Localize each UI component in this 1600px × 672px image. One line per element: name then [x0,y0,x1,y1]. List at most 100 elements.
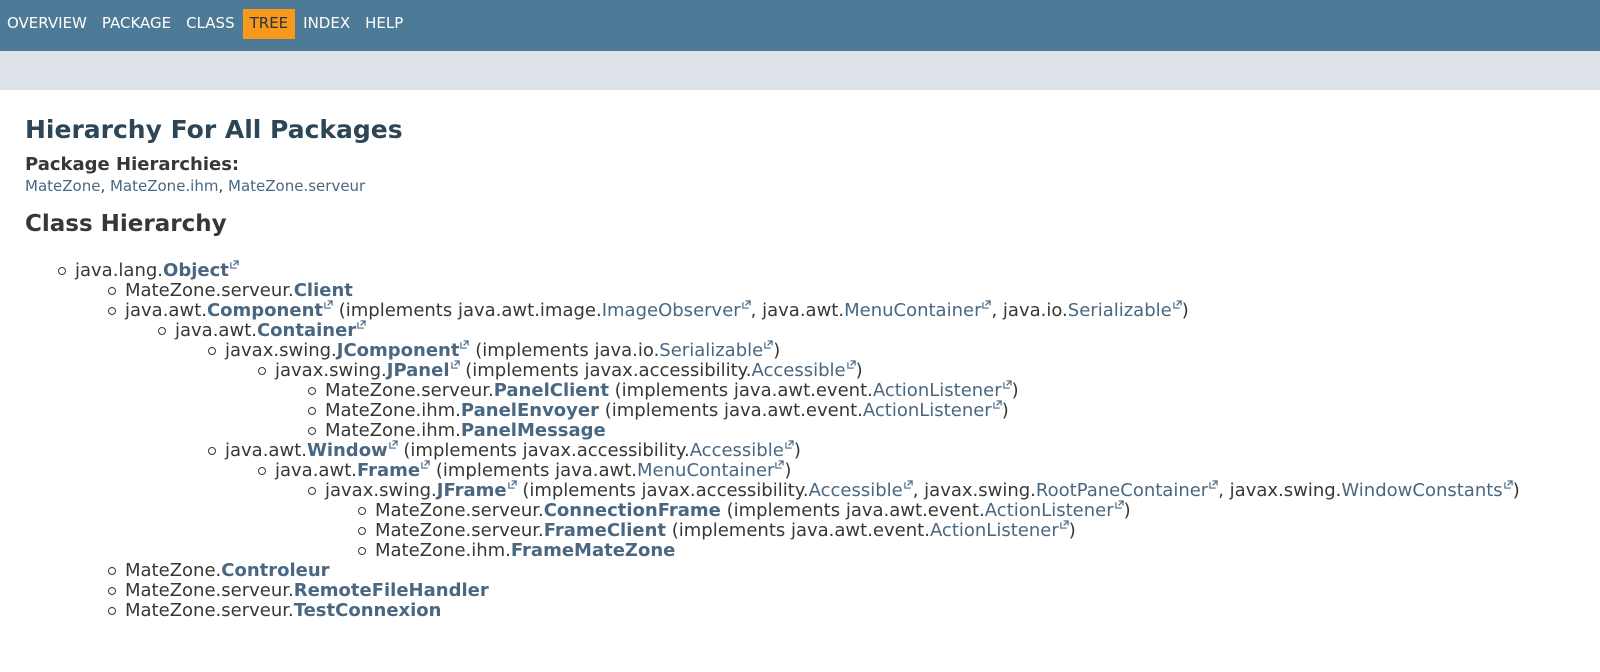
interface-link[interactable]: ImageObserver [602,300,741,321]
class-link[interactable]: RemoteFileHandler [294,580,489,601]
package-prefix-text: MateZone.ihm. [325,400,461,421]
external-link-icon [785,440,794,449]
tree-item: MateZone.ihm.PanelMessage [308,420,606,441]
interface-link[interactable]: ActionListener [985,500,1114,521]
tree-bullet-icon [358,527,366,535]
class-link[interactable]: Object [163,260,229,281]
class-link[interactable]: JComponent [337,340,460,361]
tree-bullet-icon [358,507,366,515]
tree-item: MateZone.serveur.RemoteFileHandler [108,580,489,601]
package-link-matezone-ihm[interactable]: MateZone.ihm [110,177,219,195]
package-prefix-text: (implements javax.accessibility. [459,360,752,381]
interface-link[interactable]: WindowConstants [1341,480,1502,501]
interface-link[interactable]: MenuContainer [637,460,774,481]
external-link-icon [460,340,470,349]
package-prefix-text: (implements java.io. [469,340,660,361]
package-prefix-text: MateZone.serveur. [375,500,544,521]
package-prefix-text: javax.swing. [225,340,337,361]
package-prefix-text: ) [1181,300,1189,321]
tree-bullet-icon [308,407,316,415]
interface-link[interactable]: Accessible [690,440,784,461]
class-link[interactable]: PanelMessage [461,420,606,441]
package-prefix-text: javax.swing. [275,360,387,381]
tree-item: javax.swing.JPanel (implements javax.acc… [258,360,863,381]
tree-bullet-icon [108,307,116,315]
package-prefix-text: java.awt. [175,320,257,341]
external-link-icon [764,340,773,349]
package-prefix-text: (implements java.awt.event. [666,520,930,541]
tree-bullet-icon [258,367,266,375]
tree-item: MateZone.serveur.FrameClient (implements… [358,520,1076,541]
package-prefix-text: ) [784,460,792,481]
interface-link[interactable]: Accessible [752,360,846,381]
interface-link[interactable]: ActionListener [873,380,1002,401]
tree-item: javax.swing.JComponent (implements java.… [208,340,781,361]
class-link[interactable]: TestConnexion [294,600,442,621]
package-prefix-text: , javax.swing. [1218,480,1342,501]
external-link-icon [775,460,785,469]
class-link[interactable]: FrameClient [544,520,666,541]
package-prefix-text: java.awt. [225,440,307,461]
package-prefix-text: , java.io. [991,300,1068,321]
tree-item: java.lang.Object [58,260,239,281]
class-link[interactable]: Frame [357,460,420,481]
external-link-icon [1002,380,1012,389]
tree-bullet-icon [308,427,316,435]
external-link-icon [421,460,430,469]
nav-package[interactable]: PACKAGE [95,9,178,39]
tree-item: java.awt.Container [158,320,366,341]
external-link-icon [389,440,398,449]
class-link[interactable]: ConnectionFrame [544,500,721,521]
external-link-icon [993,400,1002,409]
top-navigation-bar: OVERVIEW PACKAGE CLASS TREE INDEX HELP [0,0,1600,51]
nav-index[interactable]: INDEX [296,9,357,39]
interface-link[interactable]: RootPaneContainer [1036,480,1208,501]
package-prefix-text: ) [1068,520,1076,541]
external-link-icon [1209,480,1218,489]
class-link[interactable]: Component [207,300,323,321]
package-prefix-text: ) [1123,500,1131,521]
package-prefix-text: (implements java.awt.event. [598,400,863,421]
tree-bullet-icon [108,587,116,595]
tree-bullet-icon [358,547,366,555]
package-prefix-text: javax.swing. [325,480,437,501]
nav-overview[interactable]: OVERVIEW [0,9,94,39]
interface-link[interactable]: MenuContainer [844,300,981,321]
package-link-matezone-serveur[interactable]: MateZone.serveur [228,177,365,195]
class-link[interactable]: FrameMateZone [511,540,675,561]
tree-item: java.awt.Window (implements javax.access… [208,440,801,461]
external-link-icon [982,300,992,309]
package-prefix-text: MateZone.serveur. [125,580,294,601]
external-link-icon [741,300,751,309]
package-prefix-text: MateZone.serveur. [325,380,494,401]
interface-link[interactable]: Serializable [1068,300,1172,321]
class-link[interactable]: PanelEnvoyer [461,400,599,421]
class-link[interactable]: Container [257,320,356,341]
sub-navigation-bar [0,51,1600,90]
class-link[interactable]: JFrame [437,480,507,501]
package-prefix-text: MateZone.serveur. [375,520,544,541]
tree-item: MateZone.serveur.ConnectionFrame (implem… [358,500,1131,521]
tree-item: MateZone.ihm.FrameMateZone [358,540,675,561]
interface-link[interactable]: Accessible [809,480,903,501]
class-link[interactable]: JPanel [387,360,450,381]
package-prefix-text: (implements java.awt.event. [720,500,985,521]
package-hierarchies-label: Package Hierarchies: [25,154,240,175]
external-link-icon [1173,300,1182,309]
tree-bullet-icon [108,607,116,615]
package-prefix-text: ) [773,340,781,361]
class-link[interactable]: Window [307,440,388,461]
class-link[interactable]: Controleur [221,560,329,581]
interface-link[interactable]: Serializable [659,340,763,361]
class-link[interactable]: PanelClient [494,380,609,401]
package-prefix-text: (implements java.awt.event. [608,380,873,401]
package-prefix-text: ) [1001,400,1009,421]
class-link[interactable]: Client [294,280,353,301]
package-prefix-text: java.awt. [125,300,207,321]
interface-link[interactable]: ActionListener [930,520,1059,541]
package-prefix-text: MateZone. [125,560,222,581]
package-link-matezone[interactable]: MateZone [25,177,100,195]
nav-class[interactable]: CLASS [179,9,241,39]
interface-link[interactable]: ActionListener [863,400,992,421]
nav-help[interactable]: HELP [358,9,410,39]
